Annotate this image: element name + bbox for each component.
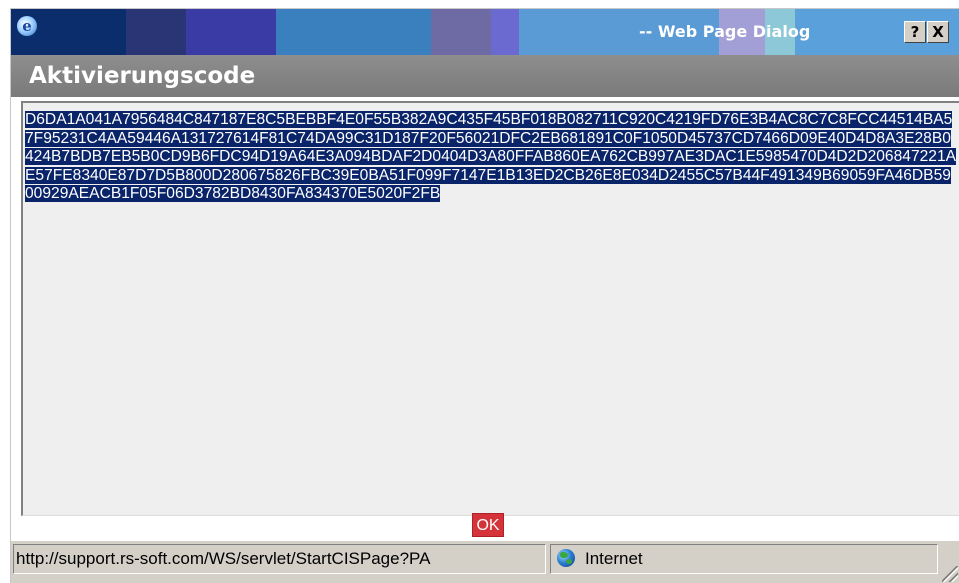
title-bar-tile [276,9,431,55]
dialog-heading: Aktivierungscode [11,55,959,97]
ie-logo-icon[interactable]: e [17,16,37,36]
selected-code[interactable]: D6DA1A041A7956484C847187E8C5BEBBF4E0F55B… [25,111,957,203]
globe-icon [557,549,575,568]
title-bar-tile [186,9,276,55]
title-bar[interactable]: e -- Web Page Dialog ? X [11,9,959,55]
window-title: -- Web Page Dialog [639,22,811,41]
status-bar: http://support.rs-soft.com/WS/servlet/St… [11,540,959,583]
title-bar-tile [126,9,186,55]
title-bar-tile [491,9,519,55]
title-bar-tile [431,9,491,55]
resize-grip-icon[interactable] [942,566,958,582]
web-page-dialog: e -- Web Page Dialog ? X Aktivierungscod… [10,8,959,583]
help-button[interactable]: ? [904,21,926,43]
close-button[interactable]: X [927,21,949,43]
activation-code-text[interactable]: D6DA1A041A7956484C847187E8C5BEBBF4E0F55B… [25,111,957,204]
security-zone-label: Internet [585,549,643,568]
activation-code-textarea[interactable]: D6DA1A041A7956484C847187E8C5BEBBF4E0F55B… [21,101,959,516]
security-zone: Internet [550,544,938,574]
ok-button[interactable]: OK [472,513,504,537]
status-url: http://support.rs-soft.com/WS/servlet/St… [13,544,546,574]
